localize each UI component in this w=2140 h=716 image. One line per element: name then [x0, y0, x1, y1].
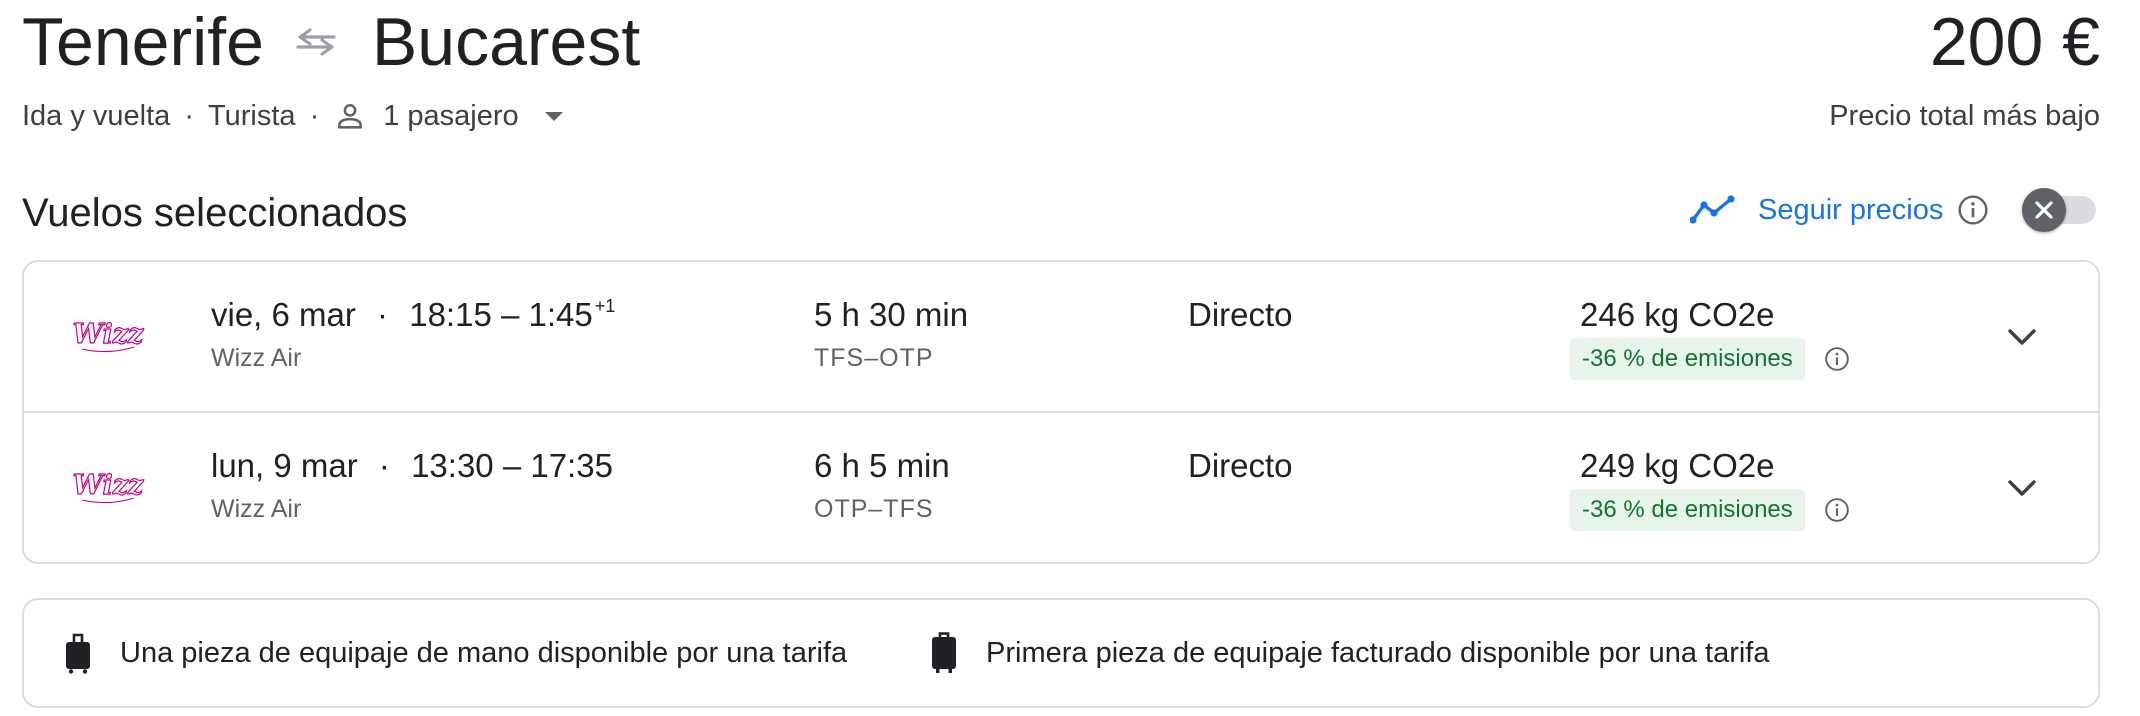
info-icon[interactable] [1824, 497, 1850, 523]
day-offset: +1 [594, 296, 616, 316]
separator-dot: · [309, 99, 320, 132]
flight-schedule: lun, 9 mar · 13:30 – 17:35 [211, 447, 615, 485]
separator-dot: · [378, 447, 390, 484]
stops-info: Directo [1188, 447, 1293, 484]
carry-on-info: Una pieza de equipaje de mano disponible… [64, 600, 847, 706]
checked-bag-info: Primera pieza de equipaje facturado disp… [930, 600, 1770, 706]
destination-city: Bucarest [371, 4, 641, 80]
caret-down-icon[interactable] [543, 110, 565, 122]
track-prices-toggle[interactable] [2022, 188, 2098, 232]
svg-text:Wizz: Wizz [73, 319, 144, 350]
co2-emissions: 249 kg CO2e [1580, 447, 1775, 484]
baggage-info-card: Una pieza de equipaje de mano disponible… [22, 598, 2100, 708]
passenger-count[interactable]: 1 pasajero [383, 100, 518, 133]
flight-times: 18:15 – 1:45 [409, 296, 593, 333]
flight-row[interactable]: Wizz vie, 6 mar · 18:15 – 1:45 +1 Wizz Ai… [24, 262, 2098, 413]
airport-codes: OTP–TFS [814, 495, 934, 523]
info-icon[interactable] [1957, 194, 1989, 226]
flight-times: 13:30 – 17:35 [411, 447, 613, 484]
chevron-down-icon[interactable] [2002, 322, 2042, 352]
selected-flights-card: Wizz vie, 6 mar · 18:15 – 1:45 +1 Wizz Ai… [22, 260, 2100, 564]
trending-line-icon [1690, 195, 1736, 225]
flight-duration: 5 h 30 min [814, 296, 969, 333]
emissions-badge: -36 % de emisiones [1570, 338, 1805, 380]
wizz-air-logo: Wizz [70, 312, 146, 360]
lowest-total-price: 200 € [1929, 4, 2100, 80]
flight-date: vie, 6 mar [211, 296, 356, 333]
track-prices-label[interactable]: Seguir precios [1758, 194, 1943, 227]
checked-bag-text: Primera pieza de equipaje facturado disp… [986, 636, 1770, 669]
person-icon [333, 99, 367, 133]
cabin-class: Turista [208, 99, 296, 132]
info-icon[interactable] [1824, 346, 1850, 372]
wizz-air-logo: Wizz [70, 463, 146, 511]
track-prices-button[interactable]: Seguir precios [1690, 188, 1989, 232]
separator-dot: · [377, 296, 389, 333]
trip-options: Ida y vuelta · Turista · 1 pasajero [22, 96, 565, 136]
trip-type: Ida y vuelta [22, 99, 171, 132]
separator-dot: · [184, 99, 194, 132]
emissions-badge: -36 % de emisiones [1570, 489, 1805, 531]
price-label: Precio total más bajo [1829, 99, 2100, 132]
close-icon[interactable] [2022, 188, 2066, 232]
route-title: Tenerife Bucarest [22, 2, 640, 82]
flight-date: lun, 9 mar [211, 447, 358, 484]
chevron-down-icon[interactable] [2002, 473, 2042, 503]
carry-on-text: Una pieza de equipaje de mano disponible… [120, 636, 848, 669]
checked-bag-icon [930, 632, 958, 674]
section-title: Vuelos seleccionados [22, 190, 408, 235]
flight-row[interactable]: Wizz lun, 9 mar · 13:30 – 17:35 Wizz Air… [24, 413, 2098, 564]
airport-codes: TFS–OTP [814, 344, 934, 372]
airline-name: Wizz Air [211, 344, 302, 372]
co2-emissions: 246 kg CO2e [1580, 296, 1775, 333]
carry-on-bag-icon [64, 632, 92, 674]
flight-duration: 6 h 5 min [814, 447, 950, 484]
airline-name: Wizz Air [211, 495, 302, 523]
flight-schedule: vie, 6 mar · 18:15 – 1:45 +1 [211, 296, 615, 334]
swap-arrows-icon [286, 22, 346, 62]
origin-city: Tenerife [22, 4, 264, 80]
svg-text:Wizz: Wizz [73, 470, 144, 501]
stops-info: Directo [1188, 296, 1293, 333]
